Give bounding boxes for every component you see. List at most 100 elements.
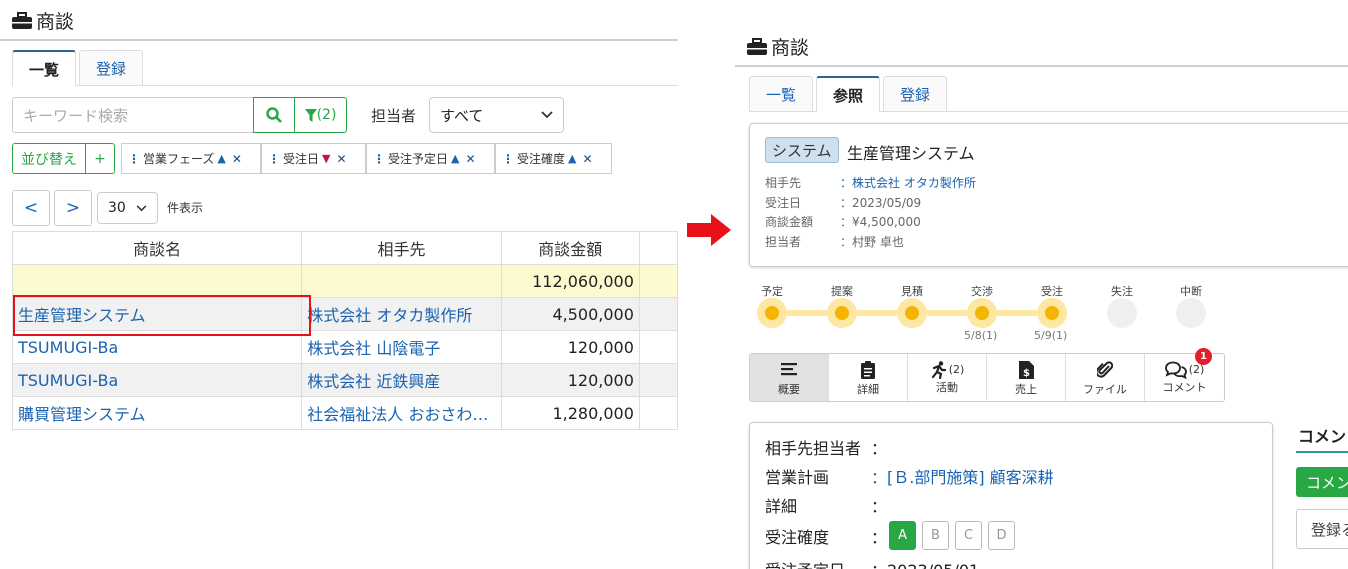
drag-handle-icon[interactable]: ⋮ <box>502 152 514 166</box>
summary-field: 受注日 ：2023/05/09 <box>765 194 921 211</box>
detail-panel: 商談 一覧 参照 登録 システム 生産管理システム 相手先 ：株式会社 オタカ製… <box>735 0 1348 569</box>
drag-handle-icon[interactable]: ⋮ <box>268 152 280 166</box>
column-header[interactable]: 商談名 <box>11 231 303 265</box>
tab-list[interactable]: 一覧 <box>749 76 814 111</box>
phase-label: 中断 <box>1180 285 1202 298</box>
sales-button[interactable]: $ 売上 <box>987 354 1066 401</box>
table-row[interactable]: TSUMUGI-Ba 株式会社 近鉄興産 120,000 <box>11 363 678 397</box>
close-icon[interactable]: ✕ <box>336 152 346 166</box>
phase-dot[interactable] <box>1176 298 1206 328</box>
phase-label: 見積 <box>901 285 923 298</box>
grade-a-button[interactable]: A <box>889 521 917 550</box>
table-row[interactable]: 購買管理システム 社会福祉法人 おおさわ… 1,280,000 <box>11 396 678 430</box>
filter-button[interactable]: (2) <box>294 97 347 133</box>
detail-row: 受注予定日 ：2023/05/01 <box>765 557 979 569</box>
phase-label: 失注 <box>1111 285 1133 298</box>
phase-dot[interactable] <box>757 298 787 328</box>
detail-row: 受注確度 ： A B C D <box>765 521 1021 550</box>
close-icon[interactable]: ✕ <box>232 152 242 166</box>
assignee-value: すべて <box>440 106 484 125</box>
tab-list[interactable]: 一覧 <box>12 50 77 86</box>
total-row: 112,060,000 <box>11 264 678 298</box>
detail-row: 営業計画 ：[Ｂ.部門施策] 顧客深耕 <box>765 464 1054 488</box>
activity-button[interactable]: (2) 活動 <box>908 354 987 401</box>
phase-dot[interactable] <box>827 298 857 328</box>
deal-name-link[interactable]: TSUMUGI-Ba <box>11 363 303 397</box>
sort-chip[interactable]: ⋮ 受注確度 ▲ ✕ <box>495 143 612 174</box>
tab-view[interactable]: 参照 <box>816 76 881 112</box>
sort-chip-label: 営業フェーズ <box>143 152 215 166</box>
client-link[interactable]: 社会福祉法人 おおさわ… <box>301 396 502 430</box>
drag-handle-icon[interactable]: ⋮ <box>373 152 385 166</box>
phase-dot[interactable] <box>967 298 997 328</box>
client-link[interactable]: ：株式会社 オタカ製作所 <box>840 174 976 191</box>
sales-plan-link[interactable]: ：[Ｂ.部門施策] 顧客深耕 <box>871 464 1054 488</box>
field-label: 相手先 <box>765 176 802 190</box>
sort-chip[interactable]: ⋮ 営業フェーズ ▲ ✕ <box>121 143 261 174</box>
overview-button[interactable]: 概要 <box>750 354 829 401</box>
sort-desc-icon[interactable]: ▼ <box>322 152 330 165</box>
search-input[interactable]: キーワード検索 <box>12 97 254 133</box>
client-link[interactable]: 株式会社 山陰電子 <box>301 330 502 364</box>
list-icon <box>781 362 797 375</box>
file-button[interactable]: ファイル <box>1066 354 1145 401</box>
tab-bar: 一覧 参照 登録 <box>749 76 1348 112</box>
comment-heading: コメン <box>1298 427 1347 446</box>
page-title: 商談 <box>12 7 74 34</box>
deal-name: 生産管理システム <box>847 144 975 163</box>
toolbar-label: 売上 <box>1015 382 1037 396</box>
client-link[interactable]: 株式会社 近鉄興産 <box>301 363 502 397</box>
highlight-box <box>13 295 311 336</box>
register-comment-button[interactable]: 登録る <box>1296 509 1348 549</box>
table-cell <box>638 330 678 364</box>
detail-label: 詳細 <box>765 497 798 516</box>
sort-chip[interactable]: ⋮ 受注予定日 ▲ ✕ <box>366 143 495 174</box>
deal-name-link[interactable]: 購買管理システム <box>11 396 303 430</box>
phase-label: 受注 <box>1041 285 1063 298</box>
running-icon <box>931 360 946 379</box>
drag-handle-icon[interactable]: ⋮ <box>128 152 140 166</box>
tab-register[interactable]: 登録 <box>79 50 144 85</box>
toolbar-label: 概要 <box>778 382 800 396</box>
phase-dot[interactable] <box>897 298 927 328</box>
column-header <box>638 231 678 265</box>
sort-button[interactable]: 並び替え <box>12 143 86 174</box>
tab-register[interactable]: 登録 <box>883 76 948 111</box>
add-sort-button[interactable]: + <box>85 143 115 174</box>
search-button[interactable] <box>253 97 295 133</box>
assignee-select[interactable]: すべて <box>429 97 564 133</box>
grade-c-button[interactable]: C <box>955 521 983 550</box>
close-icon[interactable]: ✕ <box>465 152 475 166</box>
phase-dot[interactable] <box>1037 298 1067 328</box>
detail-button[interactable]: 詳細 <box>829 354 908 401</box>
column-header[interactable]: 相手先 <box>301 231 502 265</box>
sort-asc-icon[interactable]: ▲ <box>568 152 576 165</box>
detail-label: 営業計画 <box>765 468 830 487</box>
briefcase-icon <box>747 37 767 55</box>
deal-amount: 120,000 <box>500 330 640 364</box>
sort-chip[interactable]: ⋮ 受注日 ▼ ✕ <box>261 143 366 174</box>
chevron-down-icon <box>136 204 147 211</box>
table-cell <box>638 396 678 430</box>
client-link[interactable]: 株式会社 オタカ製作所 <box>301 297 502 331</box>
paperclip-icon <box>1097 360 1113 378</box>
grade-d-button[interactable]: D <box>988 521 1016 550</box>
close-icon[interactable]: ✕ <box>582 152 592 166</box>
table-header: 商談名 相手先 商談金額 <box>11 231 678 265</box>
sort-asc-icon[interactable]: ▲ <box>217 152 225 165</box>
next-page-button[interactable]: > <box>54 190 92 226</box>
column-header[interactable]: 商談金額 <box>500 231 640 265</box>
comment-button[interactable]: (2) コメント 1 <box>1145 348 1224 401</box>
total-amount: 112,060,000 <box>500 264 640 298</box>
grade-b-button[interactable]: B <box>922 521 950 550</box>
activity-count: (2) <box>948 363 965 376</box>
sort-asc-icon[interactable]: ▲ <box>451 152 459 165</box>
deal-amount: 120,000 <box>500 363 640 397</box>
comment-button-main[interactable]: コメン <box>1296 467 1348 497</box>
per-page-select[interactable]: 30 <box>97 192 158 224</box>
prev-page-button[interactable]: < <box>12 190 50 226</box>
search-icon <box>266 107 282 123</box>
right-arrow-icon <box>687 214 731 246</box>
field-label: 商談金額 <box>765 215 814 229</box>
phase-dot[interactable] <box>1107 298 1137 328</box>
